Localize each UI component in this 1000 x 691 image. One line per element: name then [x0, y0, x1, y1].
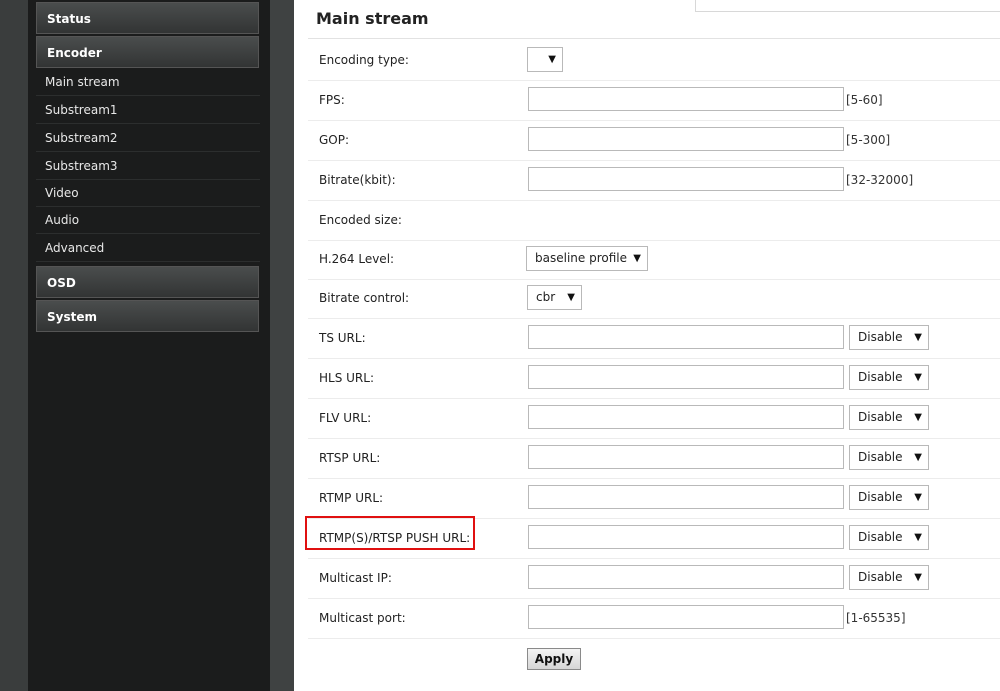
bitrate-control-value: cbr	[536, 290, 556, 304]
scroll-gutter	[270, 0, 294, 691]
sidebar-item-advanced[interactable]: Advanced	[36, 235, 260, 262]
push-url-input[interactable]	[528, 525, 844, 549]
row-rtsp-url: RTSP URL: Disable ▼	[308, 438, 1000, 479]
h264-level-label: H.264 Level:	[319, 252, 395, 266]
row-flv-url: FLV URL: Disable ▼	[308, 398, 1000, 439]
rtmp-url-label: RTMP URL:	[319, 491, 384, 505]
top-frame-box	[695, 0, 1000, 12]
encoded-size-label: Encoded size:	[319, 213, 402, 227]
gop-input[interactable]	[528, 127, 844, 151]
rtmp-url-mode-value: Disable	[858, 490, 903, 504]
sidebar-section-encoder[interactable]: Encoder	[36, 36, 259, 68]
bitrate-label: Bitrate(kbit):	[319, 173, 396, 187]
sidebar-section-status[interactable]: Status	[36, 2, 259, 34]
row-encoded-size: Encoded size:	[308, 200, 1000, 241]
row-gop: GOP: [5-300]	[308, 120, 1000, 161]
multicast-port-input[interactable]	[528, 605, 844, 629]
flv-url-input[interactable]	[528, 405, 844, 429]
flv-url-mode-select[interactable]: Disable ▼	[849, 405, 929, 430]
hls-url-mode-value: Disable	[858, 370, 903, 384]
row-bitrate-control: Bitrate control: cbr ▼	[308, 278, 1000, 319]
multicast-ip-mode-value: Disable	[858, 570, 903, 584]
apply-button[interactable]: Apply	[527, 648, 581, 670]
sidebar-section-system[interactable]: System	[36, 300, 259, 332]
sidebar: Status Encoder Main stream Substream1 Su…	[28, 0, 270, 691]
ts-url-mode-select[interactable]: Disable ▼	[849, 325, 929, 350]
rtmp-url-input[interactable]	[528, 485, 844, 509]
outer-frame	[0, 0, 28, 691]
push-url-mode-value: Disable	[858, 530, 903, 544]
row-rtmp-url: RTMP URL: Disable ▼	[308, 478, 1000, 519]
rtmp-url-mode-select[interactable]: Disable ▼	[849, 485, 929, 510]
multicast-ip-mode-select[interactable]: Disable ▼	[849, 565, 929, 590]
title-divider	[308, 38, 1000, 39]
row-multicast-port: Multicast port: [1-65535]	[308, 598, 1000, 639]
sidebar-item-substream1[interactable]: Substream1	[36, 97, 260, 124]
fps-input[interactable]	[528, 87, 844, 111]
fps-range: [5-60]	[846, 93, 883, 107]
rtsp-url-input[interactable]	[528, 445, 844, 469]
chevron-down-icon: ▼	[914, 452, 922, 463]
row-encoding-type: Encoding type: ▼	[308, 40, 1000, 81]
row-hls-url: HLS URL: Disable ▼	[308, 358, 1000, 399]
chevron-down-icon: ▼	[914, 332, 922, 343]
flv-url-label: FLV URL:	[319, 411, 372, 425]
sidebar-section-osd[interactable]: OSD	[36, 266, 259, 298]
chevron-down-icon: ▼	[548, 54, 556, 65]
chevron-down-icon: ▼	[914, 372, 922, 383]
bitrate-range: [32-32000]	[846, 173, 914, 187]
encoding-type-label: Encoding type:	[319, 53, 409, 67]
multicast-ip-label: Multicast IP:	[319, 571, 392, 585]
gop-range: [5-300]	[846, 133, 891, 147]
chevron-down-icon: ▼	[914, 492, 922, 503]
row-multicast-ip: Multicast IP: Disable ▼	[308, 558, 1000, 599]
row-h264-level: H.264 Level: baseline profile ▼	[308, 239, 1000, 280]
chevron-down-icon: ▼	[914, 572, 922, 583]
rtsp-url-mode-select[interactable]: Disable ▼	[849, 445, 929, 470]
ts-url-input[interactable]	[528, 325, 844, 349]
page-title: Main stream	[316, 9, 429, 28]
row-ts-url: TS URL: Disable ▼	[308, 318, 1000, 359]
bitrate-input[interactable]	[528, 167, 844, 191]
bitrate-control-select[interactable]: cbr ▼	[527, 285, 582, 310]
ts-url-mode-value: Disable	[858, 330, 903, 344]
chevron-down-icon: ▼	[914, 412, 922, 423]
chevron-down-icon: ▼	[567, 292, 575, 303]
gop-label: GOP:	[319, 133, 350, 147]
hls-url-input[interactable]	[528, 365, 844, 389]
sidebar-item-substream2[interactable]: Substream2	[36, 125, 260, 152]
hls-url-mode-select[interactable]: Disable ▼	[849, 365, 929, 390]
sidebar-item-video[interactable]: Video	[36, 180, 260, 207]
push-url-highlight-box	[305, 516, 475, 550]
bitrate-control-label: Bitrate control:	[319, 291, 410, 305]
push-url-mode-select[interactable]: Disable ▼	[849, 525, 929, 550]
encoding-type-select[interactable]: ▼	[527, 47, 563, 72]
sidebar-item-main-stream[interactable]: Main stream	[36, 69, 260, 96]
chevron-down-icon: ▼	[633, 253, 641, 264]
multicast-port-label: Multicast port:	[319, 611, 406, 625]
chevron-down-icon: ▼	[914, 532, 922, 543]
main-panel: Main stream Encoding type: ▼ FPS: [5-60]…	[294, 0, 1000, 691]
hls-url-label: HLS URL:	[319, 371, 374, 385]
row-fps: FPS: [5-60]	[308, 80, 1000, 121]
multicast-ip-input[interactable]	[528, 565, 844, 589]
h264-level-value: baseline profile	[535, 251, 627, 265]
multicast-port-range: [1-65535]	[846, 611, 906, 625]
flv-url-mode-value: Disable	[858, 410, 903, 424]
rtsp-url-mode-value: Disable	[858, 450, 903, 464]
h264-level-select[interactable]: baseline profile ▼	[526, 246, 648, 271]
row-bitrate: Bitrate(kbit): [32-32000]	[308, 160, 1000, 201]
sidebar-item-substream3[interactable]: Substream3	[36, 153, 260, 180]
ts-url-label: TS URL:	[319, 331, 366, 345]
rtsp-url-label: RTSP URL:	[319, 451, 381, 465]
fps-label: FPS:	[319, 93, 345, 107]
sidebar-item-audio[interactable]: Audio	[36, 207, 260, 234]
